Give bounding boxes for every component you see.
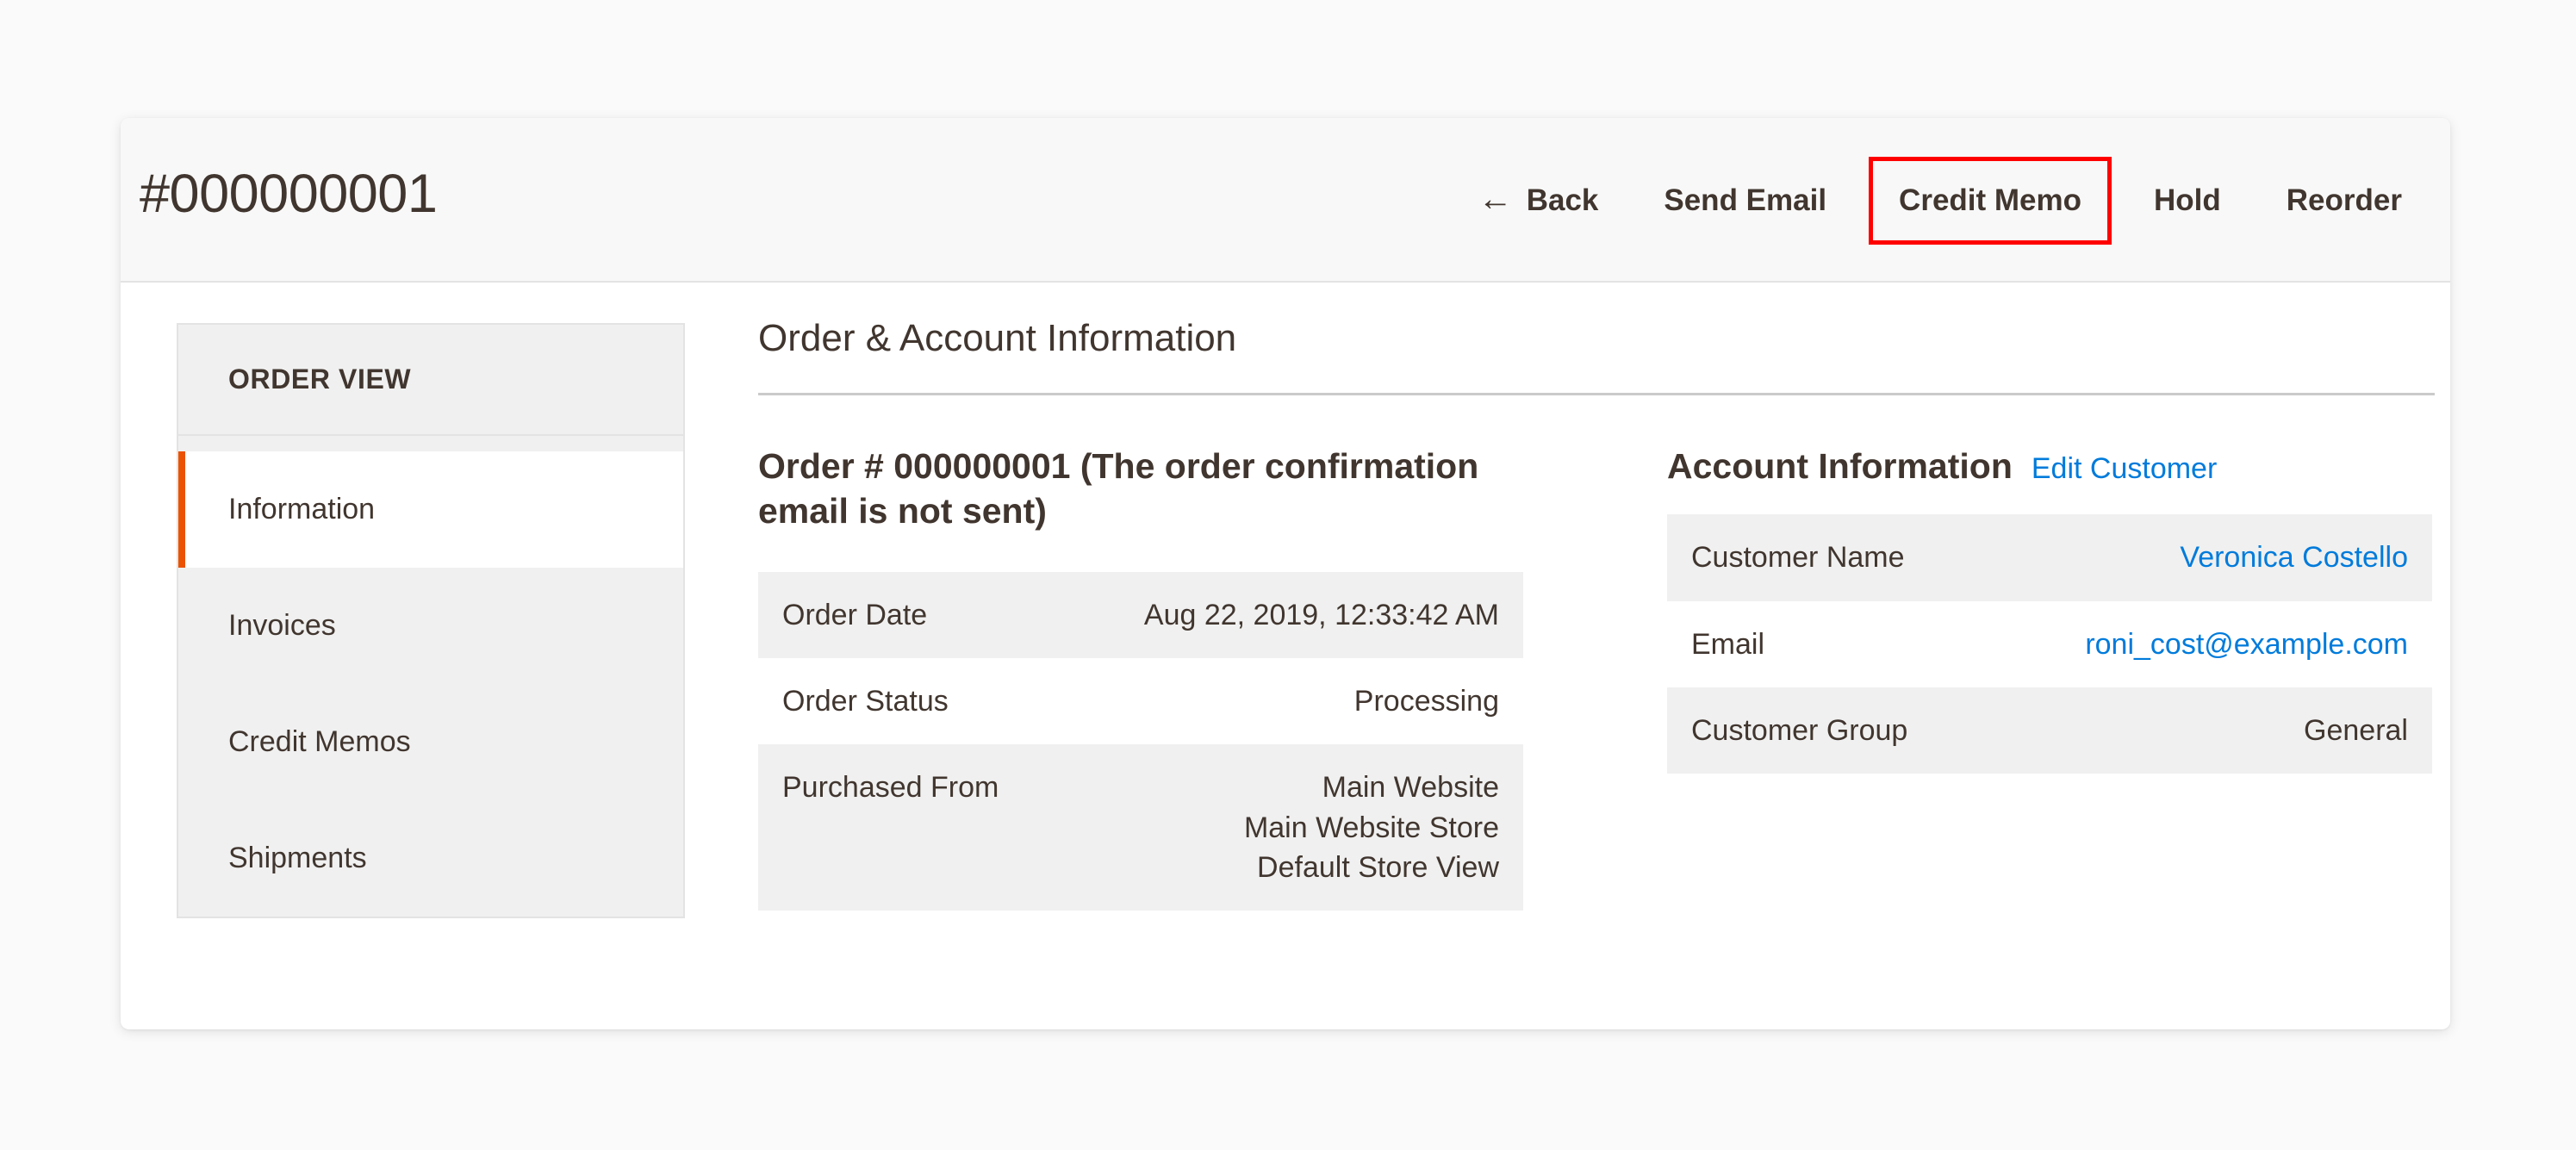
arrow-left-icon: ← bbox=[1478, 179, 1513, 218]
sidebar-item-label: Information bbox=[228, 493, 376, 525]
row-value: Processing bbox=[1353, 685, 1499, 718]
sidebar-item-shipments[interactable]: Shipments bbox=[178, 800, 683, 917]
sidebar-item-credit-memos[interactable]: Credit Memos bbox=[178, 684, 683, 800]
row-value: Main Website Main Website Store Default St… bbox=[1102, 744, 1523, 911]
account-information-column: Account Information Edit Customer Custom… bbox=[1667, 444, 2432, 911]
row-label: Customer Group bbox=[1667, 687, 2012, 774]
credit-memo-button[interactable]: Credit Memo bbox=[1869, 156, 2112, 245]
row-label: Order Date bbox=[758, 571, 1103, 659]
reorder-button-label: Reorder bbox=[2286, 183, 2402, 217]
back-button-label: Back bbox=[1526, 183, 1599, 217]
table-row: Order Status Processing bbox=[758, 658, 1523, 744]
back-button[interactable]: ← Back bbox=[1446, 165, 1632, 237]
page-title: #000000001 bbox=[140, 164, 438, 224]
sidebar-items: Information Invoices Credit Memos Shipme… bbox=[178, 436, 683, 917]
row-value: Aug 22, 2019, 12:33:42 AM bbox=[1102, 571, 1523, 659]
section-title: Order & Account Information bbox=[758, 317, 2435, 395]
table-row: Customer Group General bbox=[1667, 687, 2432, 774]
account-heading-row: Account Information Edit Customer bbox=[1667, 444, 2432, 488]
page-header: #000000001 ← Back Send Email Credit Memo… bbox=[121, 118, 2450, 283]
customer-name-link[interactable]: Veronica Costello bbox=[2180, 541, 2408, 574]
row-value: General bbox=[2011, 687, 2432, 774]
main-content: Order & Account Information Order # 0000… bbox=[758, 317, 2435, 911]
send-email-button[interactable]: Send Email bbox=[1631, 165, 1859, 237]
sidebar-item-invoices[interactable]: Invoices bbox=[178, 568, 683, 684]
credit-memo-button-label: Credit Memo bbox=[1899, 183, 2082, 217]
sidebar-item-label: Credit Memos bbox=[228, 725, 411, 758]
page-root: #000000001 ← Back Send Email Credit Memo… bbox=[0, 0, 2576, 1150]
row-value: Veronica Costello bbox=[2011, 514, 2432, 601]
order-information-table: Order Date Aug 22, 2019, 12:33:42 AM Ord… bbox=[758, 571, 1523, 911]
row-value: roni_cost@example.com bbox=[2012, 601, 2432, 687]
sidebar-item-label: Shipments bbox=[228, 842, 367, 874]
order-view-sidebar: ORDER VIEW Information Invoices Credit M… bbox=[177, 323, 685, 918]
row-label: Customer Name bbox=[1667, 514, 2012, 601]
table-row: Purchased From Main Website Main Website … bbox=[758, 744, 1523, 911]
header-actions: ← Back Send Email Credit Memo Hold Reord… bbox=[1446, 118, 2435, 283]
sidebar-title: ORDER VIEW bbox=[178, 325, 683, 436]
order-heading: Order # 000000001 (The order confirmatio… bbox=[758, 446, 1479, 531]
hold-button[interactable]: Hold bbox=[2121, 165, 2254, 237]
table-row: Customer Name Veronica Costello bbox=[1667, 514, 2432, 601]
table-row: Order Date Aug 22, 2019, 12:33:42 AM bbox=[758, 571, 1523, 659]
row-label: Email bbox=[1691, 627, 1765, 661]
edit-customer-link[interactable]: Edit Customer bbox=[2032, 452, 2217, 486]
sidebar-item-information[interactable]: Information bbox=[178, 451, 683, 568]
sidebar-item-label: Invoices bbox=[228, 609, 336, 642]
table-row: Email roni_cost@example.com bbox=[1667, 601, 2432, 687]
send-email-button-label: Send Email bbox=[1664, 183, 1827, 217]
card-body: ORDER VIEW Information Invoices Credit M… bbox=[121, 283, 2450, 1028]
order-view-card: #000000001 ← Back Send Email Credit Memo… bbox=[121, 118, 2450, 1029]
info-columns: Order # 000000001 (The order confirmatio… bbox=[758, 444, 2435, 911]
account-heading: Account Information bbox=[1667, 446, 2013, 486]
account-information-table: Customer Name Veronica Costello Email ro… bbox=[1667, 514, 2432, 774]
row-label: Order Status bbox=[782, 685, 949, 718]
row-label: Purchased From bbox=[758, 744, 1103, 911]
customer-email-link[interactable]: roni_cost@example.com bbox=[2085, 628, 2408, 661]
hold-button-label: Hold bbox=[2154, 183, 2221, 217]
order-information-column: Order # 000000001 (The order confirmatio… bbox=[758, 444, 1523, 911]
reorder-button[interactable]: Reorder bbox=[2254, 165, 2435, 237]
